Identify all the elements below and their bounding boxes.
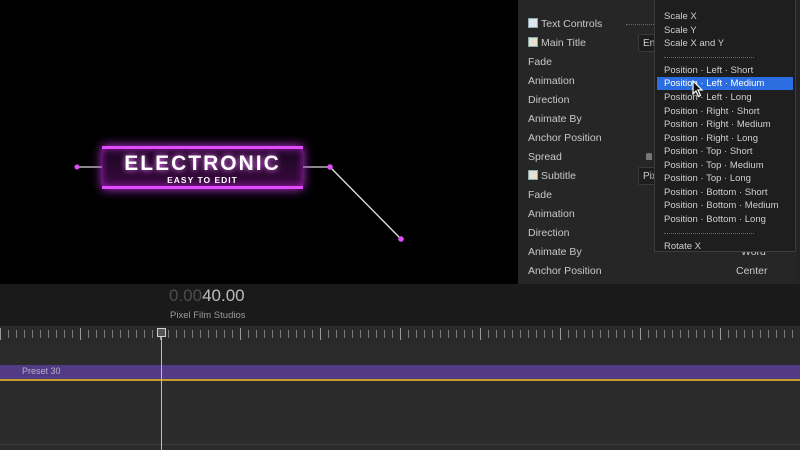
menu-item-rotate-x[interactable]: Rotate X <box>664 241 701 252</box>
title-graphic[interactable]: ELECTRONIC EASY TO EDIT <box>102 146 303 189</box>
menu-item-position-right-medium[interactable]: Position · Right · Medium <box>664 119 771 130</box>
timeline-ruler[interactable] <box>0 326 800 362</box>
param-label: Anchor Position <box>528 132 602 144</box>
menu-item-position-bottom-long[interactable]: Position · Bottom · Long <box>664 214 766 225</box>
param-animation-2[interactable]: Animation <box>528 208 575 220</box>
menu-item-position-right-short[interactable]: Position · Right · Short <box>664 106 760 117</box>
param-label: Text Controls <box>541 18 603 30</box>
param-main-title[interactable]: Main Title <box>528 37 586 49</box>
menu-item-position-left-medium[interactable]: Position · Left · Medium <box>657 77 793 90</box>
menu-separator <box>664 57 754 58</box>
menu-item-position-bottom-medium[interactable]: Position · Bottom · Medium <box>664 200 779 211</box>
param-fade[interactable]: Fade <box>528 56 552 68</box>
mouse-pointer-icon <box>692 80 704 98</box>
param-label: Main Title <box>541 37 586 49</box>
menu-item-position-right-long[interactable]: Position · Right · Long <box>664 133 758 144</box>
playhead-line[interactable] <box>161 332 162 450</box>
timeline-track-area[interactable]: Preset 30 <box>0 362 800 450</box>
param-label: Animate By <box>528 246 582 258</box>
timeline-clip[interactable]: Preset 30 <box>0 365 800 381</box>
spread-slider-thumb[interactable] <box>646 153 652 160</box>
timecode-display[interactable]: 0.0040.00 <box>169 286 245 306</box>
handle-right <box>327 164 333 170</box>
menu-separator <box>664 233 754 234</box>
param-text-controls[interactable]: Text Controls <box>528 18 602 30</box>
param-anchor-position-2[interactable]: Anchor Position <box>528 265 602 277</box>
menu-item-position-top-short[interactable]: Position · Top · Short <box>664 146 753 157</box>
param-fade-2[interactable]: Fade <box>528 189 552 201</box>
param-label: Animation <box>528 208 575 220</box>
param-direction[interactable]: Direction <box>528 94 569 106</box>
menu-item-position-left-long[interactable]: Position · Left · Long <box>664 92 752 103</box>
param-label: Spread <box>528 151 562 163</box>
param-animate-by-2[interactable]: Animate By <box>528 246 582 258</box>
param-spread[interactable]: Spread <box>528 151 562 163</box>
menu-item-position-left-short[interactable]: Position · Left · Short <box>664 65 753 76</box>
checkbox-icon[interactable] <box>528 18 538 28</box>
ruler-major-ticks <box>0 328 800 340</box>
param-subtitle[interactable]: Subtitle <box>528 170 576 182</box>
param-direction-2[interactable]: Direction <box>528 227 569 239</box>
playhead-handle[interactable] <box>157 328 166 337</box>
param-label: Subtitle <box>541 170 577 182</box>
project-name: Pixel Film Studios <box>170 310 246 321</box>
viewer-canvas[interactable]: ELECTRONIC EASY TO EDIT <box>0 0 518 284</box>
menu-item-scale-x[interactable]: Scale X <box>664 11 697 22</box>
param-animate-by[interactable]: Animate By <box>528 113 582 125</box>
param-animation[interactable]: Animation <box>528 75 575 87</box>
timeline-header: 0.0040.00 Pixel Film Studios <box>0 284 800 326</box>
divider <box>626 24 654 25</box>
param-anchor-position[interactable]: Anchor Position <box>528 132 602 144</box>
menu-item-position-top-long[interactable]: Position · Top · Long <box>664 173 751 184</box>
onscreen-controls <box>74 164 404 242</box>
menu-item-position-top-medium[interactable]: Position · Top · Medium <box>664 160 764 171</box>
menu-item-scale-x-and-y[interactable]: Scale X and Y <box>664 38 724 49</box>
clip-label: Preset 30 <box>22 366 61 376</box>
handle-left <box>74 164 80 170</box>
edit-icon[interactable] <box>528 37 538 47</box>
param-label: Animation <box>528 75 575 87</box>
edit-icon[interactable] <box>528 170 538 180</box>
param-label: Direction <box>528 94 570 106</box>
track-divider <box>0 444 800 445</box>
animation-dropdown-menu: Scale X Scale Y Scale X and Y Position ·… <box>654 0 796 252</box>
timecode-lit-part: 40.00 <box>202 286 245 305</box>
param-label: Fade <box>528 56 552 68</box>
param-label: Direction <box>528 227 570 239</box>
menu-item-position-bottom-short[interactable]: Position · Bottom · Short <box>664 187 767 198</box>
timecode-dim-part: 0.00 <box>169 286 203 305</box>
main-title-text: ELECTRONIC <box>124 152 281 175</box>
param-label: Animate By <box>528 113 582 125</box>
anchor-position-value[interactable]: Center <box>736 265 768 277</box>
subtitle-text: EASY TO EDIT <box>167 175 238 185</box>
param-label: Anchor Position <box>528 265 602 277</box>
animation-path-line <box>329 166 402 240</box>
menu-item-scale-y[interactable]: Scale Y <box>664 25 697 36</box>
param-label: Fade <box>528 189 552 201</box>
path-end-handle <box>398 236 404 242</box>
